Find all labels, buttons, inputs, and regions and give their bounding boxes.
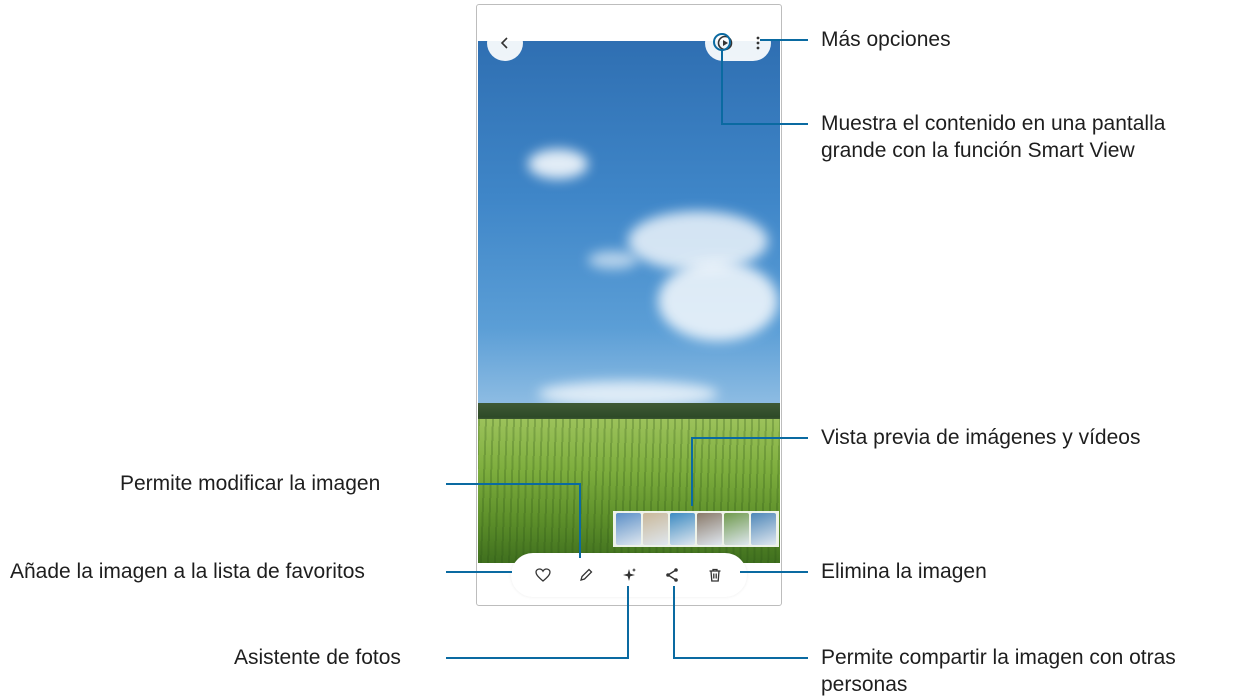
label-more-options: Más opciones: [821, 28, 951, 51]
label-favorite: Añade la imagen a la lista de favoritos: [10, 560, 365, 583]
label-assistant: Asistente de fotos: [234, 646, 401, 669]
callout-lines: [446, 33, 808, 659]
label-preview: Vista previa de imágenes y vídeos: [821, 426, 1141, 449]
label-share-2: personas: [821, 673, 908, 696]
smart-view-highlight: [713, 33, 731, 51]
label-delete: Elimina la imagen: [821, 560, 987, 583]
label-edit: Permite modificar la imagen: [120, 472, 381, 495]
label-smart-view-2: grande con la función Smart View: [821, 139, 1135, 162]
label-share-1: Permite compartir la imagen con otras: [821, 646, 1176, 669]
label-smart-view-1: Muestra el contenido en una pantalla: [821, 112, 1166, 135]
